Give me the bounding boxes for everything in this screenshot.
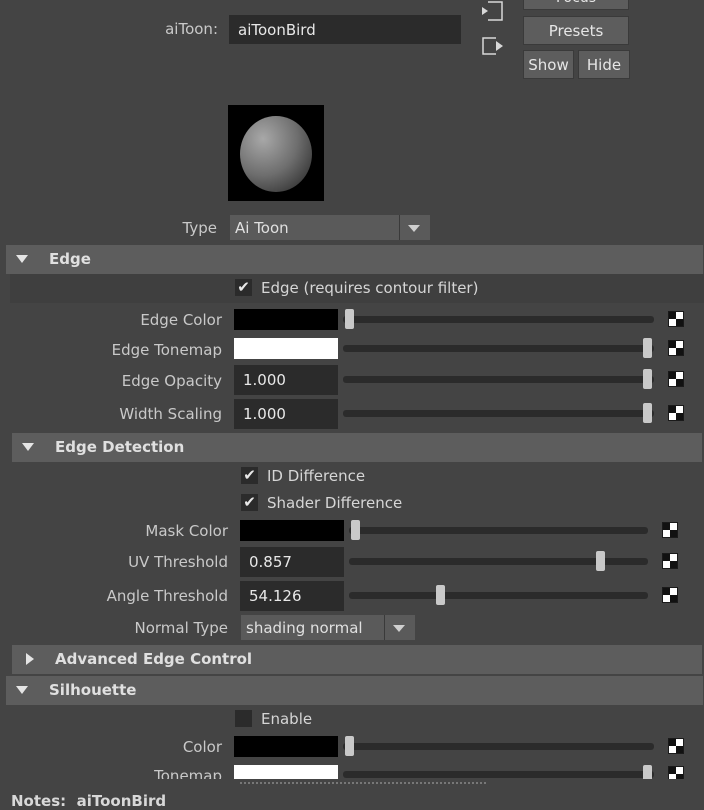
edge-opacity-field[interactable]: 1.000 bbox=[234, 365, 338, 395]
edge-tonemap-slider-track[interactable] bbox=[343, 345, 654, 352]
id-difference-label: ID Difference bbox=[267, 467, 366, 485]
type-dropdown-value: Ai Toon bbox=[235, 218, 289, 237]
id-difference-checkbox[interactable]: ✔ bbox=[241, 467, 258, 484]
dropdown-divider bbox=[384, 615, 385, 640]
output-connection-icon[interactable] bbox=[480, 35, 506, 57]
edge-checkbox-label: Edge (requires contour filter) bbox=[261, 279, 479, 297]
collapse-triangle-icon[interactable] bbox=[16, 255, 28, 263]
edge-tonemap-swatch[interactable] bbox=[234, 338, 338, 359]
section-silhouette-title: Silhouette bbox=[49, 681, 137, 699]
edge-opacity-slider-handle[interactable] bbox=[643, 369, 652, 389]
section-edge-detection-title: Edge Detection bbox=[55, 438, 185, 456]
section-advanced-edge-control-title: Advanced Edge Control bbox=[55, 650, 253, 668]
collapse-triangle-icon[interactable] bbox=[22, 443, 34, 451]
edge-tonemap-label: Edge Tonemap bbox=[111, 341, 222, 359]
edge-opacity-label: Edge Opacity bbox=[121, 372, 222, 390]
dropdown-arrow-icon[interactable] bbox=[408, 225, 420, 232]
map-button-icon[interactable] bbox=[662, 553, 678, 569]
map-button-icon[interactable] bbox=[668, 371, 684, 387]
silhouette-color-label: Color bbox=[182, 738, 222, 756]
angle-threshold-slider-track[interactable] bbox=[349, 592, 648, 599]
show-button[interactable]: Show bbox=[523, 50, 574, 79]
normal-type-dropdown[interactable]: shading normal bbox=[241, 615, 415, 640]
map-button-icon[interactable] bbox=[668, 311, 684, 327]
dropdown-divider bbox=[399, 215, 400, 240]
map-button-icon[interactable] bbox=[668, 340, 684, 356]
collapse-triangle-icon[interactable] bbox=[16, 686, 28, 694]
section-silhouette[interactable]: Silhouette bbox=[6, 676, 703, 705]
focus-button[interactable]: Focus bbox=[523, 0, 629, 10]
expand-triangle-icon[interactable] bbox=[26, 653, 34, 665]
silhouette-enable-checkbox[interactable] bbox=[235, 710, 252, 727]
edge-tonemap-slider-handle[interactable] bbox=[643, 338, 652, 358]
mask-color-slider-track[interactable] bbox=[349, 527, 648, 534]
width-scaling-label: Width Scaling bbox=[119, 405, 222, 423]
notes-value: aiToonBird bbox=[76, 792, 167, 810]
shader-difference-checkbox[interactable]: ✔ bbox=[241, 494, 258, 511]
presets-button[interactable]: Presets bbox=[523, 16, 629, 45]
silhouette-color-slider-handle[interactable] bbox=[345, 736, 354, 756]
map-button-icon[interactable] bbox=[668, 405, 684, 421]
edge-color-slider-handle[interactable] bbox=[345, 309, 354, 329]
normal-type-label: Normal Type bbox=[134, 619, 229, 637]
edge-color-slider-track[interactable] bbox=[343, 316, 654, 323]
dropdown-arrow-icon[interactable] bbox=[393, 625, 405, 632]
map-button-icon[interactable] bbox=[662, 522, 678, 538]
checkmark-icon: ✔ bbox=[243, 466, 256, 484]
silhouette-tonemap-row: Tonemap bbox=[0, 765, 704, 779]
shader-difference-label: Shader Difference bbox=[267, 494, 403, 512]
checkmark-icon: ✔ bbox=[237, 278, 250, 296]
section-edge-title: Edge bbox=[49, 250, 91, 268]
mask-color-label: Mask Color bbox=[145, 522, 228, 540]
silhouette-color-swatch[interactable] bbox=[234, 736, 338, 757]
normal-type-value: shading normal bbox=[246, 618, 363, 637]
silhouette-tonemap-label: Tonemap bbox=[154, 767, 222, 779]
mask-color-swatch[interactable] bbox=[240, 520, 344, 541]
width-scaling-field[interactable]: 1.000 bbox=[234, 399, 338, 429]
width-scaling-slider-track[interactable] bbox=[343, 410, 654, 417]
uv-threshold-field[interactable]: 0.857 bbox=[240, 547, 344, 577]
edge-checkbox[interactable]: ✔ bbox=[235, 279, 252, 296]
angle-threshold-label: Angle Threshold bbox=[106, 587, 228, 605]
angle-threshold-field[interactable]: 54.126 bbox=[240, 581, 344, 611]
edge-color-swatch[interactable] bbox=[234, 309, 338, 330]
input-connection-icon[interactable] bbox=[480, 0, 504, 22]
swatch-preview bbox=[228, 105, 324, 201]
notes-label: Notes: bbox=[11, 792, 67, 810]
edge-opacity-slider-track[interactable] bbox=[343, 376, 654, 383]
silhouette-enable-label: Enable bbox=[261, 710, 313, 728]
type-label: Type bbox=[182, 219, 217, 237]
node-name-label: aiToon: bbox=[165, 20, 218, 38]
node-name-field[interactable]: aiToonBird bbox=[229, 15, 461, 44]
section-advanced-edge-control[interactable]: Advanced Edge Control bbox=[12, 645, 702, 674]
map-button-icon[interactable] bbox=[668, 738, 684, 754]
hide-button[interactable]: Hide bbox=[578, 50, 630, 79]
map-button-icon[interactable] bbox=[668, 766, 684, 779]
checkmark-icon: ✔ bbox=[243, 493, 256, 511]
silhouette-tonemap-swatch[interactable] bbox=[234, 765, 338, 779]
silhouette-tonemap-slider-track[interactable] bbox=[343, 771, 654, 778]
notes-title: Notes: aiToonBird bbox=[11, 792, 166, 810]
section-edge[interactable]: Edge bbox=[6, 245, 703, 274]
uv-threshold-label: UV Threshold bbox=[128, 553, 228, 571]
section-edge-detection[interactable]: Edge Detection bbox=[12, 433, 702, 462]
resize-handle[interactable] bbox=[240, 782, 486, 786]
silhouette-tonemap-slider-handle[interactable] bbox=[643, 765, 652, 779]
silhouette-color-slider-track[interactable] bbox=[343, 743, 654, 750]
map-button-icon[interactable] bbox=[662, 587, 678, 603]
edge-color-label: Edge Color bbox=[140, 311, 222, 329]
width-scaling-slider-handle[interactable] bbox=[643, 403, 652, 423]
mask-color-slider-handle[interactable] bbox=[351, 520, 360, 540]
angle-threshold-slider-handle[interactable] bbox=[436, 585, 445, 605]
type-dropdown[interactable]: Ai Toon bbox=[230, 215, 430, 240]
uv-threshold-slider-handle[interactable] bbox=[596, 551, 605, 571]
